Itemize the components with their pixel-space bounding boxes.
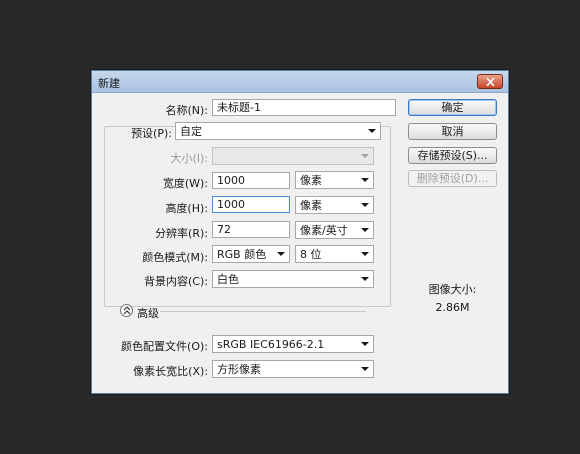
width-label: 宽度(W):	[162, 177, 208, 190]
background-label: 背景内容(C):	[144, 275, 208, 288]
size-label: 大小(I):	[170, 152, 208, 165]
color-profile-label: 颜色配置文件(O):	[121, 340, 208, 353]
pixel-aspect-label: 像素长宽比(X):	[133, 365, 208, 378]
advanced-label: 高级	[137, 307, 159, 320]
new-document-dialog: 新建 名称(N): 未标题-1 预设(P): 自定 大小(I): 宽度(W): …	[91, 70, 509, 394]
color-profile-value: sRGB IEC61966-2.1	[217, 338, 325, 351]
save-preset-button[interactable]: 存储预设(S)...	[408, 147, 497, 164]
bit-depth-select[interactable]: 8 位	[295, 245, 374, 263]
preset-label: 预设(P):	[131, 127, 172, 140]
size-select[interactable]	[212, 147, 374, 165]
chevron-down-icon	[361, 154, 369, 158]
background-select[interactable]: 白色	[212, 270, 374, 288]
chevron-down-icon	[361, 277, 369, 281]
image-size-value: 2.86M	[435, 301, 470, 314]
preset-select[interactable]: 自定	[175, 122, 381, 140]
delete-preset-button[interactable]: 删除预设(D)...	[408, 170, 497, 187]
advanced-toggle[interactable]	[120, 304, 133, 317]
chevron-down-icon	[361, 203, 369, 207]
ok-button[interactable]: 确定	[408, 99, 497, 116]
name-input[interactable]: 未标题-1	[212, 99, 396, 116]
image-size-label: 图像大小:	[428, 283, 477, 296]
height-label: 高度(H):	[165, 202, 208, 215]
height-unit-select[interactable]: 像素	[295, 196, 374, 214]
background-value: 白色	[217, 273, 239, 286]
height-input[interactable]: 1000	[212, 196, 290, 213]
chevron-up-icon	[123, 306, 131, 315]
resolution-label: 分辨率(R):	[155, 227, 208, 240]
chevron-down-icon	[361, 178, 369, 182]
chevron-down-icon	[361, 228, 369, 232]
pixel-aspect-select[interactable]: 方形像素	[212, 360, 374, 378]
bit-depth-value: 8 位	[300, 248, 322, 261]
height-unit-value: 像素	[300, 199, 322, 212]
cancel-button[interactable]: 取消	[408, 123, 497, 140]
color-mode-label: 颜色模式(M):	[142, 251, 208, 264]
color-mode-select[interactable]: RGB 颜色	[212, 245, 290, 263]
preset-value: 自定	[180, 125, 202, 138]
title-bar[interactable]: 新建	[92, 71, 508, 93]
close-button[interactable]	[477, 74, 503, 89]
chevron-down-icon	[368, 129, 376, 133]
resolution-unit-select[interactable]: 像素/英寸	[295, 221, 374, 239]
width-input[interactable]: 1000	[212, 172, 290, 189]
chevron-down-icon	[361, 252, 369, 256]
width-unit-value: 像素	[300, 174, 322, 187]
advanced-divider	[160, 311, 366, 312]
chevron-down-icon	[361, 367, 369, 371]
chevron-down-icon	[361, 342, 369, 346]
close-icon	[486, 78, 495, 86]
name-label: 名称(N):	[165, 104, 208, 117]
pixel-aspect-value: 方形像素	[217, 363, 261, 376]
width-unit-select[interactable]: 像素	[295, 171, 374, 189]
color-mode-value: RGB 颜色	[217, 248, 267, 261]
dialog-title: 新建	[98, 77, 120, 90]
resolution-input[interactable]: 72	[212, 221, 290, 238]
color-profile-select[interactable]: sRGB IEC61966-2.1	[212, 335, 374, 353]
resolution-unit-value: 像素/英寸	[300, 224, 348, 237]
chevron-down-icon	[277, 252, 285, 256]
